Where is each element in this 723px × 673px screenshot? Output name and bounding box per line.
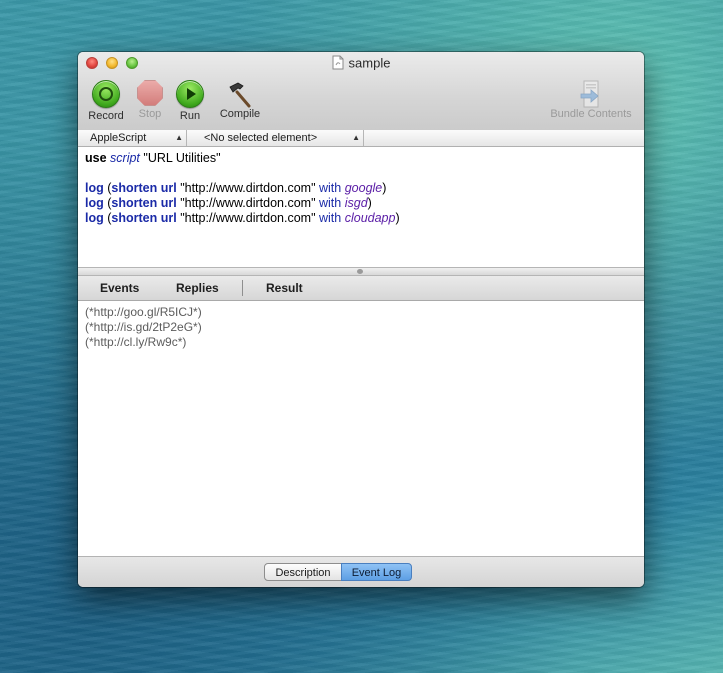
code-line-3: log (shorten url "http://www.dirtdon.com… bbox=[85, 196, 637, 211]
code-parameter: isgd bbox=[344, 196, 368, 210]
description-segment-button[interactable]: Description bbox=[264, 563, 342, 581]
log-entry: (*http://goo.gl/R5ICJ*) bbox=[85, 305, 202, 319]
script-editor-window: sample Record Stop Run Compile Bundle Co… bbox=[78, 52, 644, 587]
split-view-divider[interactable] bbox=[78, 267, 644, 276]
code-line-1: use script "URL Utilities" bbox=[85, 151, 637, 166]
code-keyword: use bbox=[85, 151, 107, 165]
record-icon bbox=[92, 80, 120, 108]
tab-result[interactable]: Result bbox=[266, 281, 303, 295]
code-handler: shorten url bbox=[111, 196, 177, 210]
stop-icon bbox=[137, 80, 163, 106]
title-bar: sample Record Stop Run Compile Bundle Co… bbox=[78, 52, 644, 131]
divider-grip-icon bbox=[357, 269, 363, 274]
tab-replies[interactable]: Replies bbox=[176, 281, 219, 295]
popup-arrows-icon: ▲ bbox=[175, 133, 183, 142]
code-string: "http://www.dirtdon.com" bbox=[180, 181, 316, 195]
record-label: Record bbox=[88, 110, 124, 122]
compile-label: Compile bbox=[219, 108, 261, 120]
bundle-contents-label: Bundle Contents bbox=[550, 108, 632, 120]
script-document-icon bbox=[332, 55, 344, 73]
code-paren: ) bbox=[367, 196, 372, 210]
element-popup[interactable]: <No selected element> ▲ bbox=[187, 130, 364, 146]
event-log-segment-button[interactable]: Event Log bbox=[341, 563, 412, 581]
code-line-4: log (shorten url "http://www.dirtdon.com… bbox=[85, 211, 637, 226]
code-command: log bbox=[85, 211, 104, 225]
code-command: log bbox=[85, 196, 104, 210]
code-string: "http://www.dirtdon.com" bbox=[180, 196, 316, 210]
stop-label: Stop bbox=[138, 108, 162, 120]
element-popup-label: <No selected element> bbox=[204, 132, 318, 144]
compile-button[interactable]: Compile bbox=[216, 80, 264, 120]
run-label: Run bbox=[179, 110, 201, 122]
code-with: with bbox=[319, 211, 342, 225]
run-icon bbox=[176, 80, 204, 108]
code-parameter: google bbox=[344, 181, 383, 195]
stop-button[interactable]: Stop bbox=[132, 80, 168, 120]
code-parameter: cloudapp bbox=[344, 211, 396, 225]
tab-divider bbox=[242, 280, 243, 296]
code-paren: ) bbox=[395, 211, 400, 225]
code-paren: ) bbox=[382, 181, 387, 195]
code-class: script bbox=[110, 151, 140, 165]
language-popup-label: AppleScript bbox=[90, 132, 147, 144]
navigation-bar: AppleScript ▲ <No selected element> ▲ bbox=[78, 130, 644, 147]
tab-events[interactable]: Events bbox=[100, 281, 139, 295]
event-log-pane[interactable]: (*http://goo.gl/R5ICJ*) (*http://is.gd/2… bbox=[78, 301, 644, 556]
script-editor[interactable]: use script "URL Utilities" log (shorten … bbox=[78, 147, 644, 267]
window-title-area: sample bbox=[78, 55, 644, 73]
code-handler: shorten url bbox=[111, 181, 177, 195]
log-tab-bar: Events Replies Result bbox=[78, 276, 644, 301]
record-button[interactable]: Record bbox=[86, 80, 126, 122]
code-command: log bbox=[85, 181, 104, 195]
code-handler: shorten url bbox=[111, 211, 177, 225]
code-line-2: log (shorten url "http://www.dirtdon.com… bbox=[85, 181, 637, 196]
run-button[interactable]: Run bbox=[174, 80, 206, 122]
code-with: with bbox=[319, 181, 342, 195]
code-string: "URL Utilities" bbox=[143, 151, 221, 165]
bottom-bar: Description Event Log bbox=[78, 556, 644, 587]
log-entry: (*http://cl.ly/Rw9c*) bbox=[85, 335, 187, 349]
code-string: "http://www.dirtdon.com" bbox=[180, 211, 316, 225]
bundle-contents-button[interactable]: Bundle Contents bbox=[546, 80, 636, 120]
window-title: sample bbox=[348, 55, 391, 71]
code-with: with bbox=[319, 196, 342, 210]
popup-arrows-icon: ▲ bbox=[352, 133, 360, 142]
hammer-icon bbox=[216, 80, 264, 108]
log-entry: (*http://is.gd/2tP2eG*) bbox=[85, 320, 202, 334]
bundle-contents-icon bbox=[546, 80, 636, 108]
language-popup[interactable]: AppleScript ▲ bbox=[78, 130, 187, 146]
